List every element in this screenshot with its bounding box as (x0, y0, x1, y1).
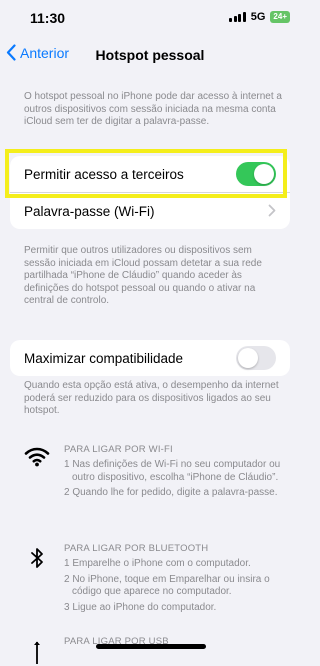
bluetooth-step: 2 No iPhone, toque em Emparelhar ou insi… (64, 573, 270, 598)
allow-description: Permitir que outros utilizadores ou disp… (24, 245, 262, 307)
hotspot-settings-group: Permitir acesso a terceiros Palavra-pass… (10, 156, 290, 229)
usb-icon (34, 641, 40, 664)
maximize-compatibility-row[interactable]: Maximizar compatibilidade (10, 340, 290, 376)
compatibility-note: Quando esta opção está ativa, o desempen… (24, 380, 279, 417)
intro-description: O hotspot pessoal no iPhone pode dar ace… (24, 91, 282, 128)
home-indicator (96, 644, 206, 649)
bluetooth-icon (31, 548, 43, 568)
wifi-icon (24, 447, 50, 467)
status-bar: 11:30 5G 24+ (0, 0, 300, 36)
status-time: 11:30 (30, 10, 66, 26)
allow-others-toggle[interactable] (236, 162, 276, 186)
bluetooth-step: 1 Emparelhe o iPhone com o computador. (64, 558, 251, 569)
wifi-section-title: PARA LIGAR POR WI-FI (64, 444, 173, 455)
allow-others-row[interactable]: Permitir acesso a terceiros (10, 156, 290, 192)
battery-icon: 24+ (270, 11, 290, 23)
password-row[interactable]: Palavra-passe (Wi-Fi) (10, 192, 290, 229)
signal-icon (229, 12, 246, 22)
chevron-right-icon (268, 204, 276, 217)
maximize-compatibility-toggle[interactable] (236, 346, 276, 370)
bluetooth-section-title: PARA LIGAR POR BLUETOOTH (64, 543, 209, 554)
password-label: Palavra-passe (Wi-Fi) (24, 203, 155, 219)
compatibility-group: Maximizar compatibilidade (10, 340, 290, 376)
bluetooth-step: 3 Ligue ao iPhone do computador. (64, 601, 217, 613)
page-title: Hotspot pessoal (95, 47, 205, 63)
status-indicators: 5G 24+ (229, 11, 290, 23)
maximize-compatibility-label: Maximizar compatibilidade (24, 350, 184, 366)
network-type: 5G (250, 11, 266, 23)
navigation-bar: Anterior Hotspot pessoal (0, 36, 300, 76)
wifi-step: 1 Nas definições de Wi-Fi no seu computa… (64, 459, 281, 483)
allow-others-label: Permitir acesso a terceiros (24, 166, 184, 182)
wifi-step: 2 Quando lhe for pedido, digite a palavr… (64, 487, 278, 499)
